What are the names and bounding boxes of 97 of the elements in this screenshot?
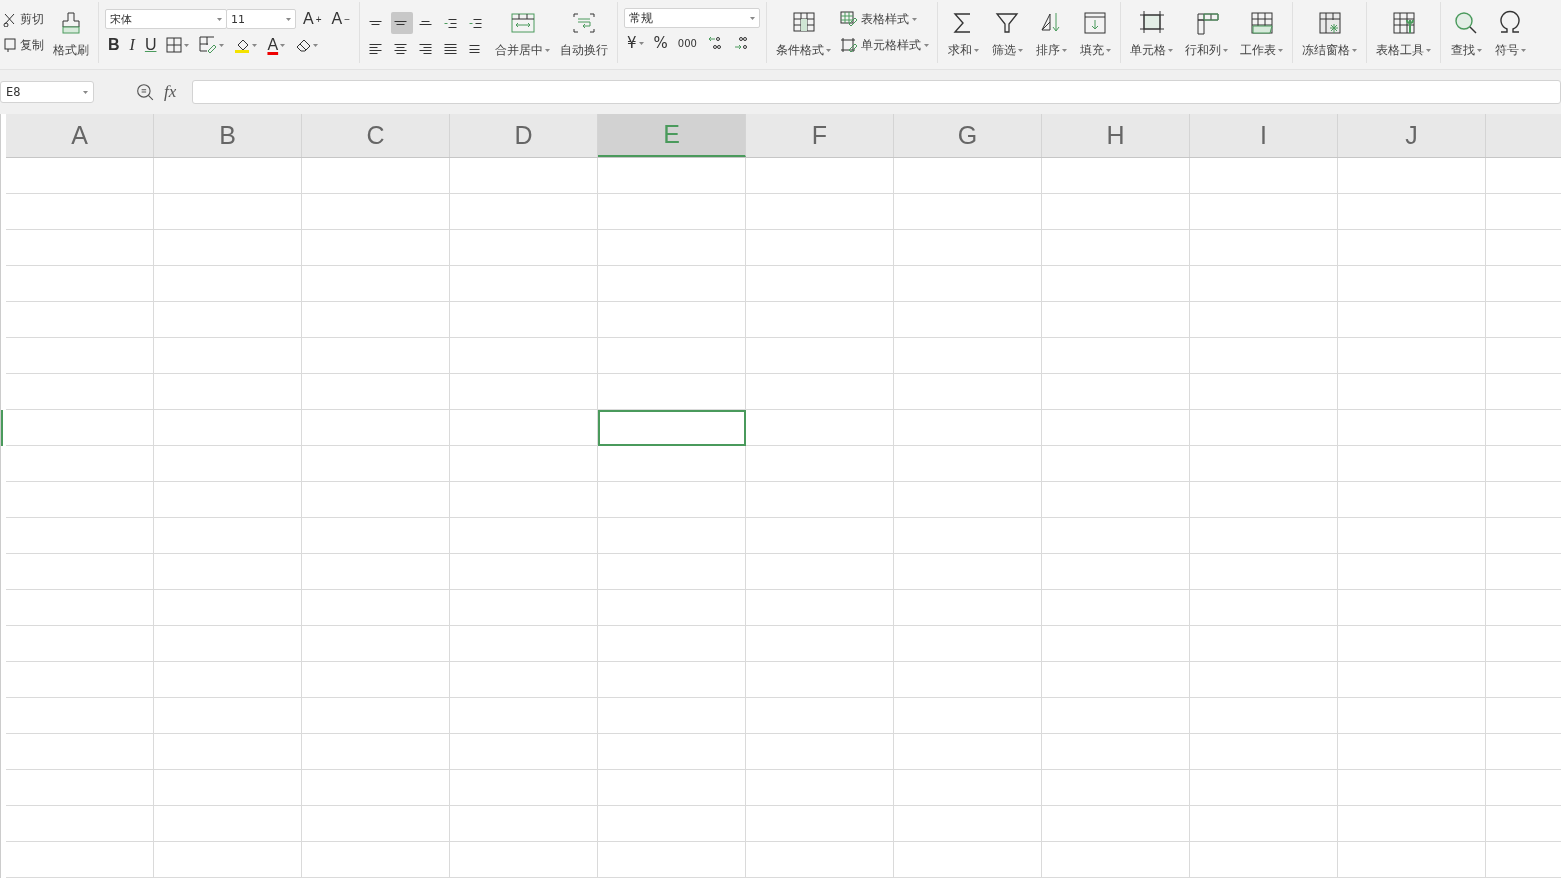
caret-icon xyxy=(1061,49,1067,52)
column-header[interactable]: B xyxy=(154,114,302,157)
column-header[interactable]: J xyxy=(1338,114,1486,157)
zoom-icon xyxy=(136,83,154,101)
caret-icon xyxy=(286,17,291,21)
caret-icon xyxy=(1223,49,1229,52)
caret-icon xyxy=(826,49,832,52)
eraser-icon xyxy=(295,37,312,53)
cell-pencil-icon xyxy=(199,36,218,54)
freeze-panes-icon xyxy=(1316,10,1343,36)
formula-input[interactable] xyxy=(192,80,1561,104)
cell-button[interactable]: 单元格 xyxy=(1127,8,1177,61)
italic-button[interactable]: I xyxy=(126,34,138,56)
cell-style-button[interactable]: 单元格样式 xyxy=(838,34,932,56)
column-header[interactable]: C xyxy=(302,114,450,157)
distributed-align-icon xyxy=(469,45,481,53)
caret-icon xyxy=(638,41,644,45)
wrap-text-button[interactable]: 自动换行 xyxy=(557,8,612,61)
sum-button[interactable]: 求和 xyxy=(944,8,983,61)
align-right-icon xyxy=(419,44,433,54)
increase-indent-icon xyxy=(469,18,483,28)
column-header[interactable]: I xyxy=(1190,114,1338,157)
find-button[interactable]: 查找 xyxy=(1447,8,1486,61)
caret-icon xyxy=(1426,49,1432,52)
align-middle-button[interactable] xyxy=(391,12,414,34)
cell-pencil-icon xyxy=(840,37,859,53)
caret-icon xyxy=(1017,49,1023,52)
caret-icon xyxy=(1520,49,1526,52)
decimal-arrow-icon xyxy=(732,35,749,51)
caret-icon xyxy=(217,17,222,21)
table-tool-icon xyxy=(1390,10,1417,36)
funnel-icon xyxy=(994,10,1021,36)
fill-down-icon xyxy=(1082,10,1109,36)
align-middle-icon xyxy=(394,21,408,25)
font-size-dropdown[interactable]: 11 xyxy=(226,9,296,29)
caret-icon xyxy=(1105,49,1111,52)
freeze-button[interactable]: 冻结窗格 xyxy=(1299,8,1361,61)
caret-icon xyxy=(252,43,258,47)
wrap-icon xyxy=(571,10,598,36)
name-box[interactable]: E8 xyxy=(0,81,94,103)
sort-button[interactable]: 排序 xyxy=(1032,8,1071,61)
caret-icon xyxy=(1168,49,1174,52)
sheet-icon xyxy=(1248,10,1275,36)
thousands-button[interactable]: 000 xyxy=(674,32,700,54)
currency-button[interactable]: ¥ xyxy=(624,32,647,54)
percent-button[interactable]: % xyxy=(650,32,671,54)
caret-icon xyxy=(973,49,979,52)
decimal-arrow-icon xyxy=(706,35,723,51)
grid-icon xyxy=(166,37,183,53)
column-header[interactable]: H xyxy=(1042,114,1190,157)
table-style-button[interactable]: 表格样式 xyxy=(838,8,932,30)
fill-button[interactable]: 填充 xyxy=(1076,8,1115,61)
rowcol-button[interactable]: 行和列 xyxy=(1182,8,1232,61)
merge-icon xyxy=(509,10,536,36)
paint-bucket-icon xyxy=(234,37,251,53)
table-pencil-icon xyxy=(840,11,859,27)
caret-icon xyxy=(545,49,551,52)
caret-icon xyxy=(750,16,756,20)
font-family-dropdown[interactable]: 宋体 xyxy=(105,9,227,29)
align-center-icon xyxy=(394,44,408,54)
omega-button[interactable]: 符号 xyxy=(1491,8,1530,61)
column-header[interactable]: F xyxy=(746,114,894,157)
conditional-format-button[interactable]: 条件格式 xyxy=(773,8,835,61)
ttool-button[interactable]: 表格工具 xyxy=(1373,8,1435,61)
bold-button[interactable]: B xyxy=(105,34,123,56)
sheet-button[interactable]: 工作表 xyxy=(1237,8,1287,61)
justify-icon xyxy=(444,44,458,54)
caret-icon xyxy=(280,43,286,47)
number-format-dropdown[interactable]: 常规 xyxy=(624,8,761,28)
copy-button[interactable]: 复制 xyxy=(1,34,46,56)
scissors-icon xyxy=(3,11,17,27)
cut-button[interactable]: 剪切 xyxy=(1,8,46,30)
decrease-indent-icon xyxy=(444,18,458,28)
merge-center-button[interactable]: 合并居中 xyxy=(492,8,554,61)
caret-icon xyxy=(912,17,918,21)
caret-icon xyxy=(924,43,930,47)
caret-icon xyxy=(184,43,190,47)
format-painter-button[interactable]: 格式刷 xyxy=(50,8,92,61)
paintbrush-icon xyxy=(59,10,83,36)
align-top-icon xyxy=(369,21,383,25)
font-color-button[interactable]: A xyxy=(264,34,289,56)
column-header[interactable]: A xyxy=(6,114,154,157)
align-left-icon xyxy=(369,44,383,54)
underline-button[interactable]: U xyxy=(141,34,160,56)
caret-icon xyxy=(1352,49,1358,52)
caret-icon xyxy=(219,43,225,47)
function-label[interactable]: fx xyxy=(164,82,177,102)
caret-icon xyxy=(1278,49,1284,52)
caret-icon xyxy=(313,43,319,47)
cell-icon xyxy=(1138,10,1165,36)
copy-icon xyxy=(3,37,17,53)
selected-cell[interactable] xyxy=(598,410,746,446)
caret-icon xyxy=(83,90,88,94)
caret-icon xyxy=(1476,49,1482,52)
filter-button[interactable]: 筛选 xyxy=(988,8,1027,61)
align-bottom-icon xyxy=(419,21,433,25)
column-header[interactable]: G xyxy=(894,114,1042,157)
